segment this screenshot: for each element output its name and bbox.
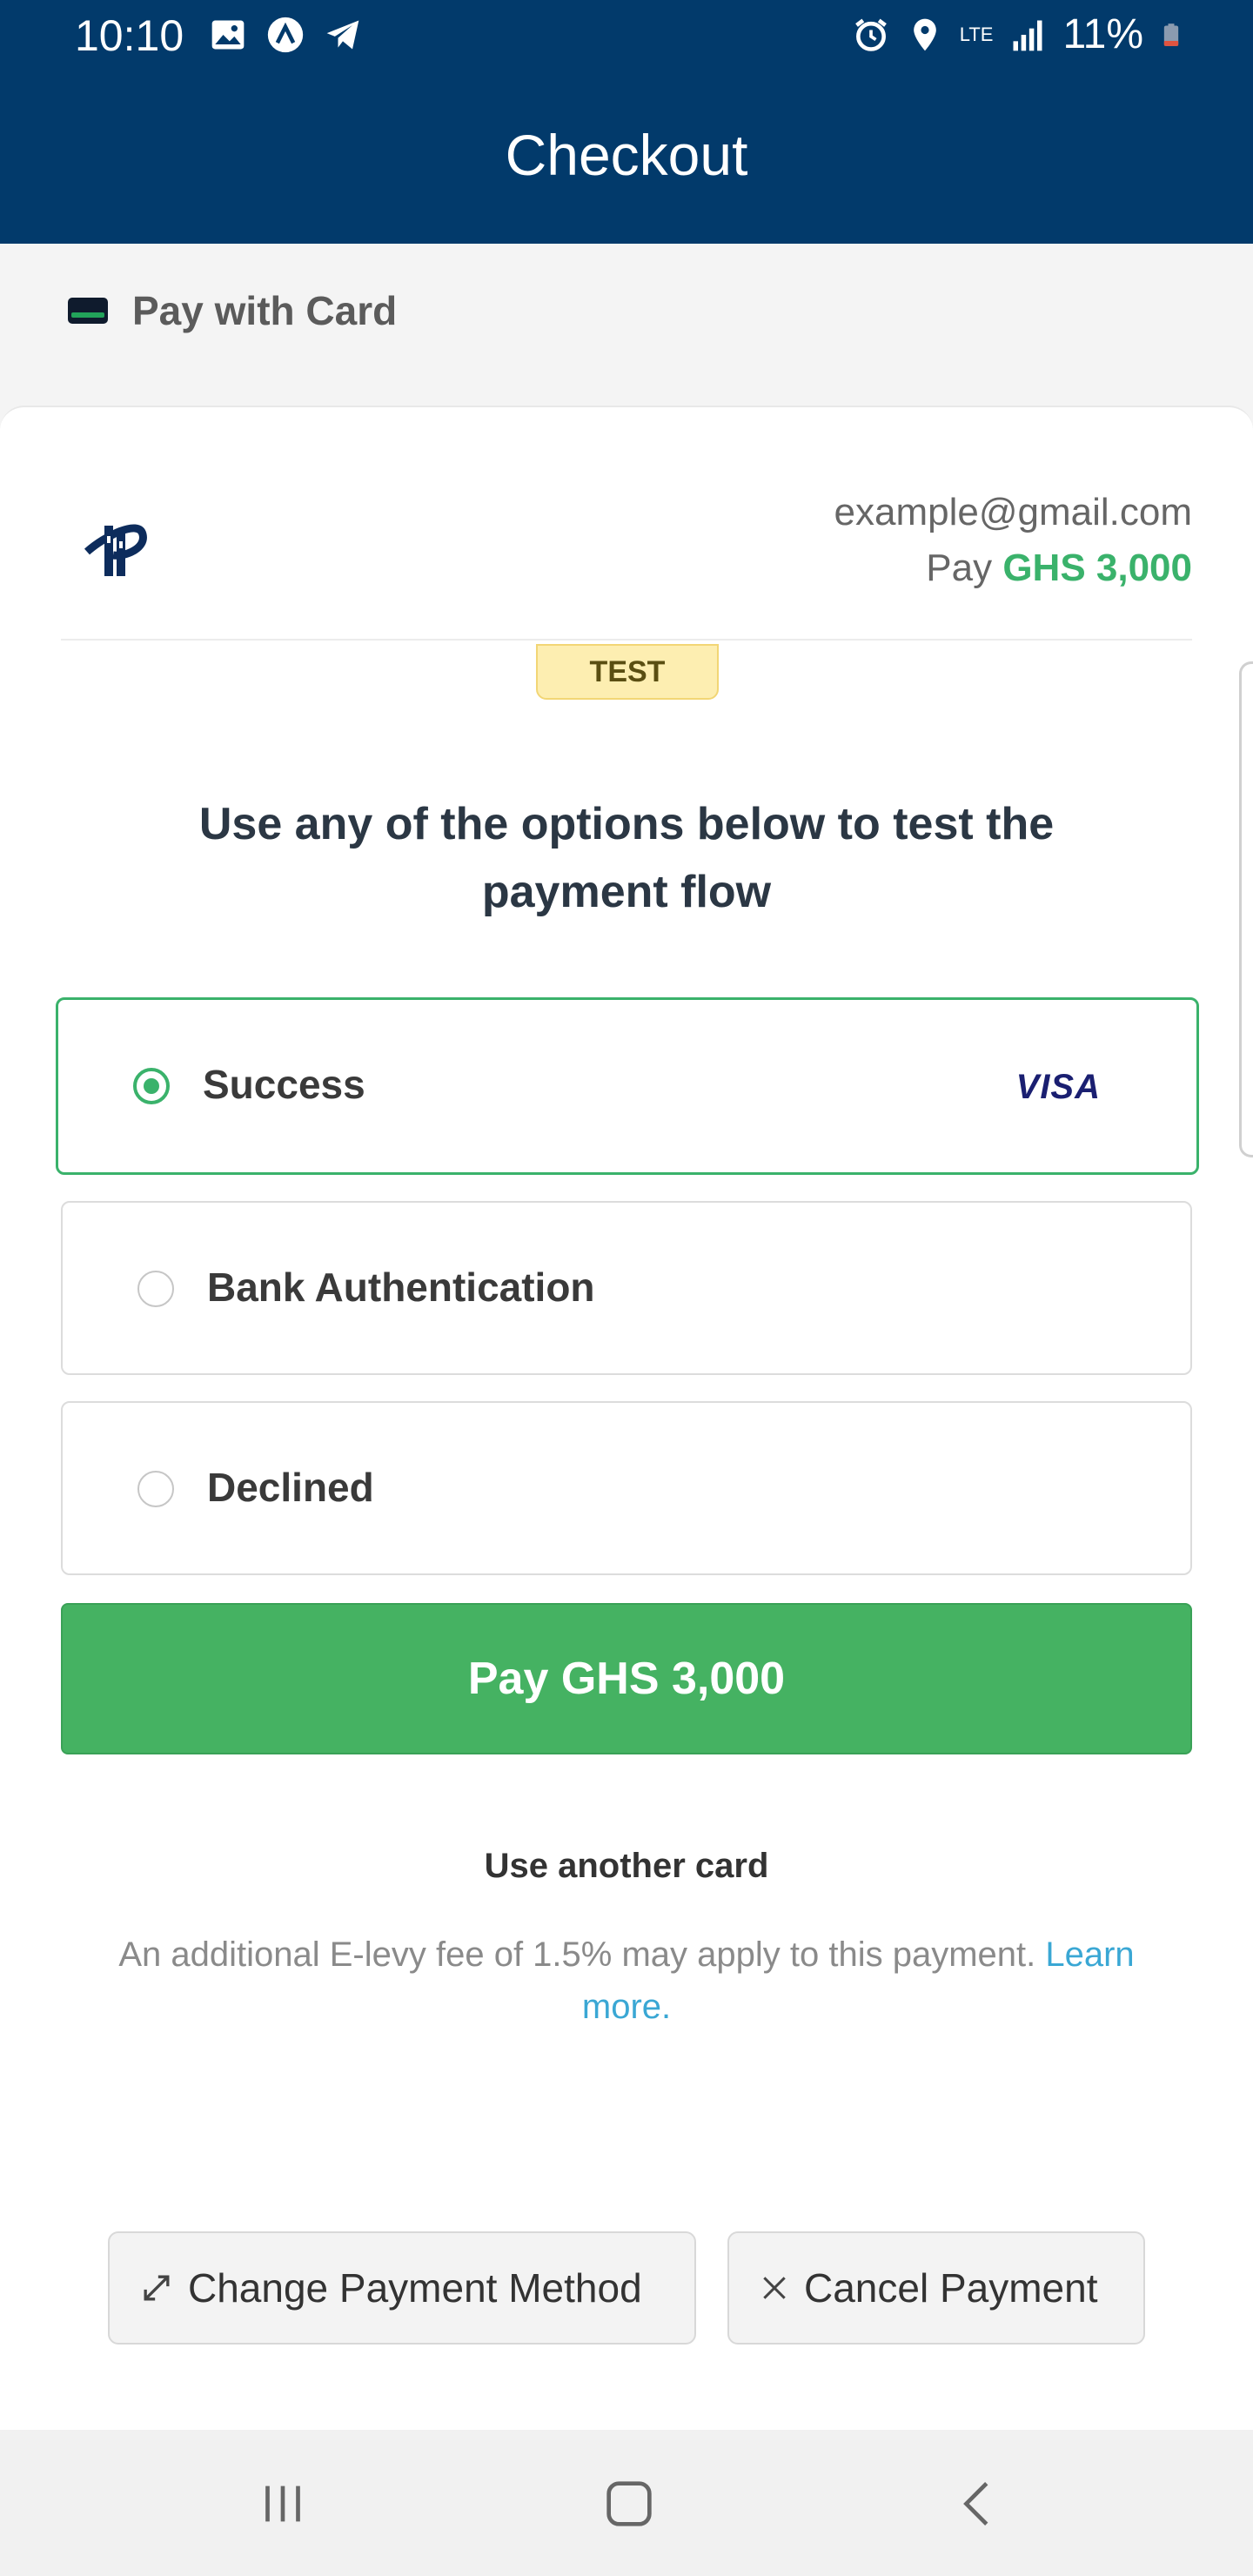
option-label: Success (203, 1062, 365, 1107)
checkout-sheet: example@gmail.com Pay GHS 3,000 TEST Use… (0, 406, 1253, 2430)
scroll-handle[interactable] (1239, 661, 1253, 1157)
status-time: 10:10 (75, 11, 184, 60)
home-icon[interactable] (599, 2473, 660, 2534)
customer-email: example@gmail.com (834, 491, 1192, 533)
telegram-icon (326, 20, 359, 50)
option-success[interactable]: Success VISA (56, 997, 1199, 1175)
option-label: Declined (207, 1465, 374, 1510)
divider (61, 639, 1192, 641)
visa-logo: VISA (1015, 1068, 1101, 1106)
app-a-icon (267, 17, 304, 53)
instructions-heading: Use any of the options below to test the… (198, 799, 1055, 917)
pay-button[interactable]: Pay GHS 3,000 (61, 1603, 1192, 1754)
option-label: Bank Authentication (207, 1265, 595, 1310)
recent-apps-icon[interactable] (252, 2473, 313, 2534)
merchant-logo-icon (84, 524, 147, 576)
test-badge: TEST (536, 644, 719, 700)
credit-card-icon (68, 298, 108, 324)
notification-icons (209, 16, 362, 54)
pay-with-card: Pay with Card (68, 287, 397, 334)
merchant-info: example@gmail.com Pay GHS 3,000 (834, 491, 1192, 590)
swap-arrows-icon (144, 2275, 170, 2301)
use-another-card-link[interactable]: Use another card (0, 1847, 1253, 1886)
signal-icon (1013, 20, 1042, 50)
radio-unselected[interactable] (137, 1471, 174, 1507)
network-type: LTE (959, 23, 994, 45)
radio-selected[interactable] (133, 1068, 170, 1104)
page-title: Checkout (505, 123, 748, 187)
close-icon (763, 2277, 786, 2299)
pay-amount: Pay GHS 3,000 (926, 547, 1192, 589)
elevy-notice: An additional E-levy fee of 1.5% may app… (118, 1935, 1135, 2026)
status-right: LTE 11% (852, 10, 1183, 58)
status-bar: 10:10 LTE 11% (0, 0, 1253, 73)
system-nav-bar (0, 2430, 1253, 2576)
change-payment-method-button[interactable]: Change Payment Method (108, 2231, 696, 2345)
radio-unselected[interactable] (137, 1271, 174, 1307)
cancel-payment-button[interactable]: Cancel Payment (727, 2231, 1145, 2345)
image-icon (211, 20, 245, 50)
checkout-actions: Change Payment Method Cancel Payment (108, 2231, 1145, 2345)
amount-value: GHS 3,000 (1002, 547, 1192, 589)
alarm-icon (854, 18, 887, 51)
location-icon (913, 18, 936, 50)
back-icon[interactable] (948, 2473, 1009, 2534)
battery-icon (1163, 23, 1179, 46)
app-header: 10:10 LTE 11% Checkout (0, 0, 1253, 244)
option-bank-authentication[interactable]: Bank Authentication (61, 1201, 1192, 1375)
battery-percent: 11% (1062, 11, 1143, 57)
option-declined[interactable]: Declined (61, 1401, 1192, 1575)
pay-with-label: Pay with Card (132, 288, 398, 333)
